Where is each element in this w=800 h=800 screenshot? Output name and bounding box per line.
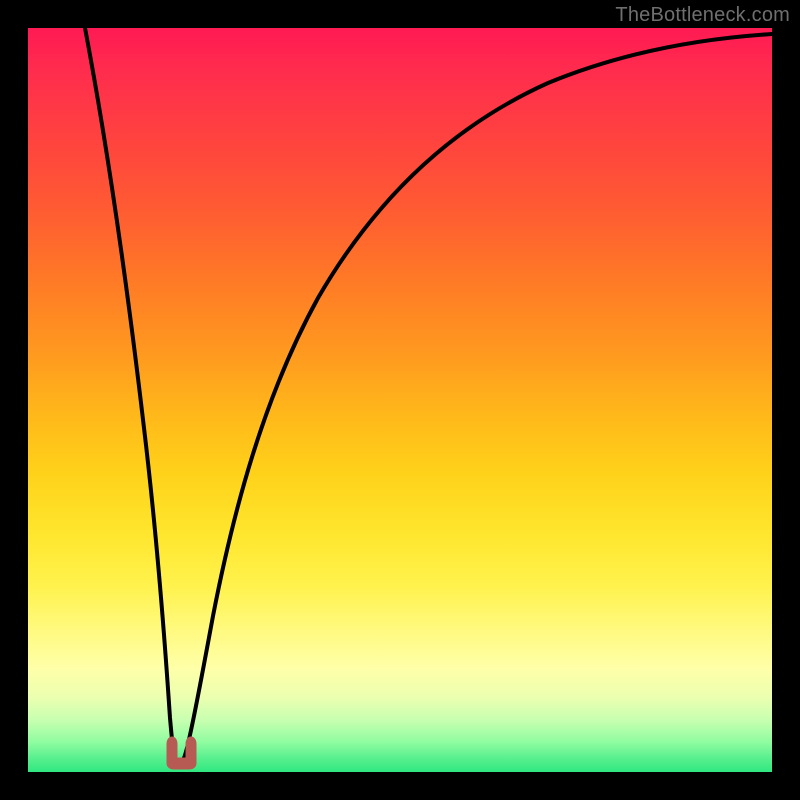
curve-layer: [28, 28, 772, 772]
bottleneck-curve: [85, 28, 772, 761]
minimum-marker: [167, 737, 196, 769]
plot-area: [28, 28, 772, 772]
chart-frame: TheBottleneck.com: [0, 0, 800, 800]
watermark-text: TheBottleneck.com: [615, 4, 790, 27]
